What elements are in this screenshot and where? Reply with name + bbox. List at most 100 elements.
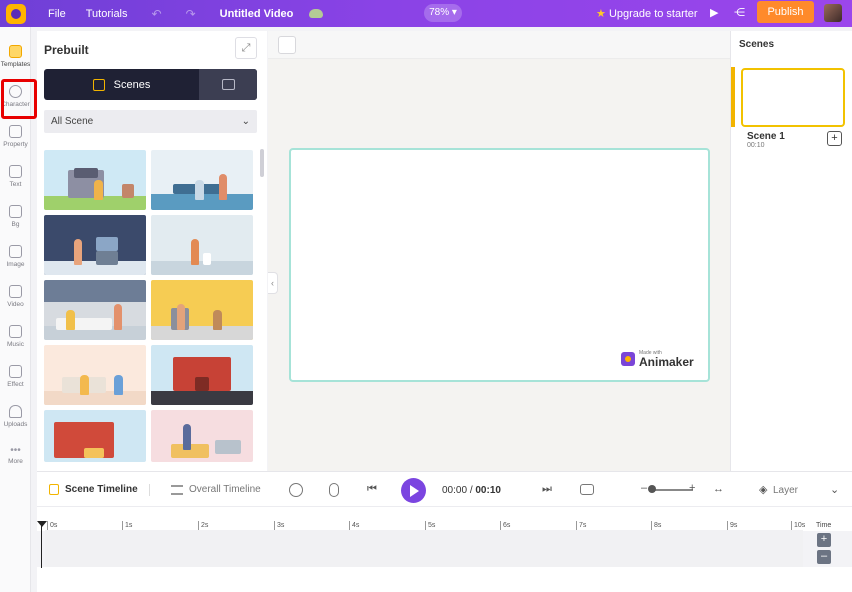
ruler-tick: 2s — [198, 521, 208, 530]
ruler-tick: 6s — [500, 521, 510, 530]
rail-item-text[interactable]: Text — [0, 165, 31, 188]
zoom-value: 78% — [429, 7, 450, 18]
select-all-checkbox[interactable] — [278, 36, 296, 54]
zoom-dropdown[interactable]: 78% ▾ — [424, 4, 462, 22]
time-separator: / — [469, 485, 473, 496]
play-button[interactable] — [401, 478, 426, 503]
scene-thumbnail[interactable] — [151, 280, 253, 340]
video-stage[interactable]: Made with Animaker — [289, 148, 710, 382]
scene-thumbnail[interactable] — [151, 150, 253, 210]
zoom-in-icon[interactable]: + — [689, 482, 695, 494]
star-icon: ★ — [596, 8, 606, 20]
divider — [149, 484, 150, 496]
scene-selected-indicator — [731, 67, 735, 127]
subtitle-icon[interactable] — [580, 484, 594, 495]
scene-thumbnail[interactable] — [44, 345, 146, 405]
canvas-toolbar — [268, 31, 730, 59]
scene-thumbnail[interactable] — [151, 345, 253, 405]
skip-forward-icon[interactable]: ⏭ — [542, 483, 552, 496]
playhead[interactable] — [41, 522, 42, 568]
chevron-down-icon[interactable]: ⌄ — [830, 483, 839, 496]
publish-button[interactable]: Publish — [757, 1, 814, 23]
tab-scenes-label: Scenes — [113, 78, 151, 91]
rail-item-video[interactable]: Video — [0, 285, 31, 308]
scene-timeline-label: Scene Timeline — [65, 484, 138, 495]
animaker-logo-icon[interactable] — [6, 3, 26, 24]
tab-backgrounds[interactable] — [199, 69, 257, 100]
timeline-ruler[interactable]: 0s 1s 2s 3s 4s 5s 6s 7s 8s 9s 10s — [37, 507, 852, 531]
panel-scrollbar[interactable] — [260, 149, 264, 177]
ruler-tick: 3s — [274, 521, 284, 530]
music-icon — [9, 325, 22, 338]
add-scene-button[interactable]: + — [827, 131, 842, 146]
tab-scene-timeline[interactable]: Scene Timeline — [49, 484, 138, 495]
zoom-out-icon[interactable]: – — [641, 482, 647, 494]
scene-thumbnail[interactable] — [44, 280, 146, 340]
redo-icon[interactable]: ↷ — [186, 7, 196, 21]
time-zoom-out-button[interactable]: – — [817, 550, 831, 564]
rail-item-property[interactable]: Property — [0, 125, 31, 148]
scene-card[interactable] — [741, 68, 845, 127]
time-zoom-in-button[interactable]: + — [817, 533, 831, 547]
more-icon: ••• — [10, 445, 21, 456]
ruler-tick: 1s — [122, 521, 132, 530]
rail-item-effect[interactable]: Effect — [0, 365, 31, 388]
tutorials-menu[interactable]: Tutorials — [86, 8, 128, 20]
layer-label[interactable]: Layer — [773, 485, 798, 496]
camera-focus-icon[interactable] — [289, 483, 303, 497]
scenes-icon — [92, 78, 105, 91]
scene-thumbnail[interactable] — [151, 215, 253, 275]
fit-width-icon[interactable]: ↔ — [713, 483, 724, 495]
scene-thumbnail[interactable] — [44, 410, 146, 462]
scene-thumbnail[interactable] — [151, 410, 253, 462]
timeline-zoom-knob[interactable] — [648, 485, 656, 493]
rail-item-more[interactable]: ••• More — [0, 445, 31, 465]
scene-thumbnail[interactable] — [44, 215, 146, 275]
cloud-save-icon — [309, 9, 324, 18]
rail-label: Video — [7, 301, 24, 308]
undo-icon[interactable]: ↶ — [152, 7, 162, 21]
scene-timeline-icon — [49, 484, 59, 495]
tab-overall-timeline[interactable]: Overall Timeline — [171, 484, 261, 495]
scene-duration: 00:10 — [747, 142, 765, 149]
scene-name[interactable]: Scene 1 — [747, 131, 785, 142]
file-menu[interactable]: File — [48, 8, 66, 20]
text-icon — [9, 165, 22, 178]
chevron-down-icon: ⌄ — [241, 116, 250, 127]
timeline-track[interactable] — [45, 530, 803, 567]
project-title[interactable]: Untitled Video — [220, 8, 294, 20]
playhead-handle[interactable] — [37, 521, 47, 527]
tab-scenes[interactable]: Scenes — [44, 69, 199, 100]
rail-label: Bg — [11, 221, 20, 228]
skip-back-icon[interactable]: ⏮ — [367, 483, 377, 496]
layer-icon[interactable]: ◈ — [759, 483, 767, 496]
upgrade-label: Upgrade to starter — [608, 8, 698, 20]
microphone-icon[interactable] — [329, 483, 339, 497]
ruler-tick: 5s — [425, 521, 435, 530]
rail-label: Image — [6, 261, 25, 268]
preview-play-icon[interactable]: ▶ — [710, 6, 718, 19]
avatar[interactable] — [824, 4, 842, 22]
ruler-tick: 4s — [349, 521, 359, 530]
share-icon[interactable]: ⋲ — [734, 6, 745, 19]
rail-item-music[interactable]: Music — [0, 325, 31, 348]
top-bar: File Tutorials ↶ ↷ Untitled Video 78% ▾ … — [0, 0, 852, 27]
scene-filter-dropdown[interactable]: All Scene ⌄ — [44, 110, 257, 133]
expand-icon[interactable]: ⤢ — [235, 37, 257, 59]
watermark-big: Animaker — [639, 355, 694, 369]
scene-filter-value: All Scene — [51, 116, 94, 127]
collapse-panel-chevron-icon[interactable]: ‹ — [268, 272, 278, 294]
panel-tabs: Scenes — [44, 69, 257, 100]
rail-item-templates[interactable]: Templates — [0, 45, 31, 68]
rail-item-bg[interactable]: Bg — [0, 205, 31, 228]
total-time: 00:10 — [475, 485, 501, 496]
ruler-tick: 10s — [791, 521, 805, 530]
rail-item-image[interactable]: Image — [0, 245, 31, 268]
rail-label: Music — [7, 341, 24, 348]
overall-timeline-icon — [171, 484, 183, 495]
templates-icon — [9, 45, 22, 58]
upgrade-button[interactable]: ★ Upgrade to starter — [596, 7, 698, 20]
ruler-tick: 8s — [651, 521, 661, 530]
scene-thumbnail[interactable] — [44, 150, 146, 210]
rail-item-uploads[interactable]: Uploads — [0, 405, 31, 428]
